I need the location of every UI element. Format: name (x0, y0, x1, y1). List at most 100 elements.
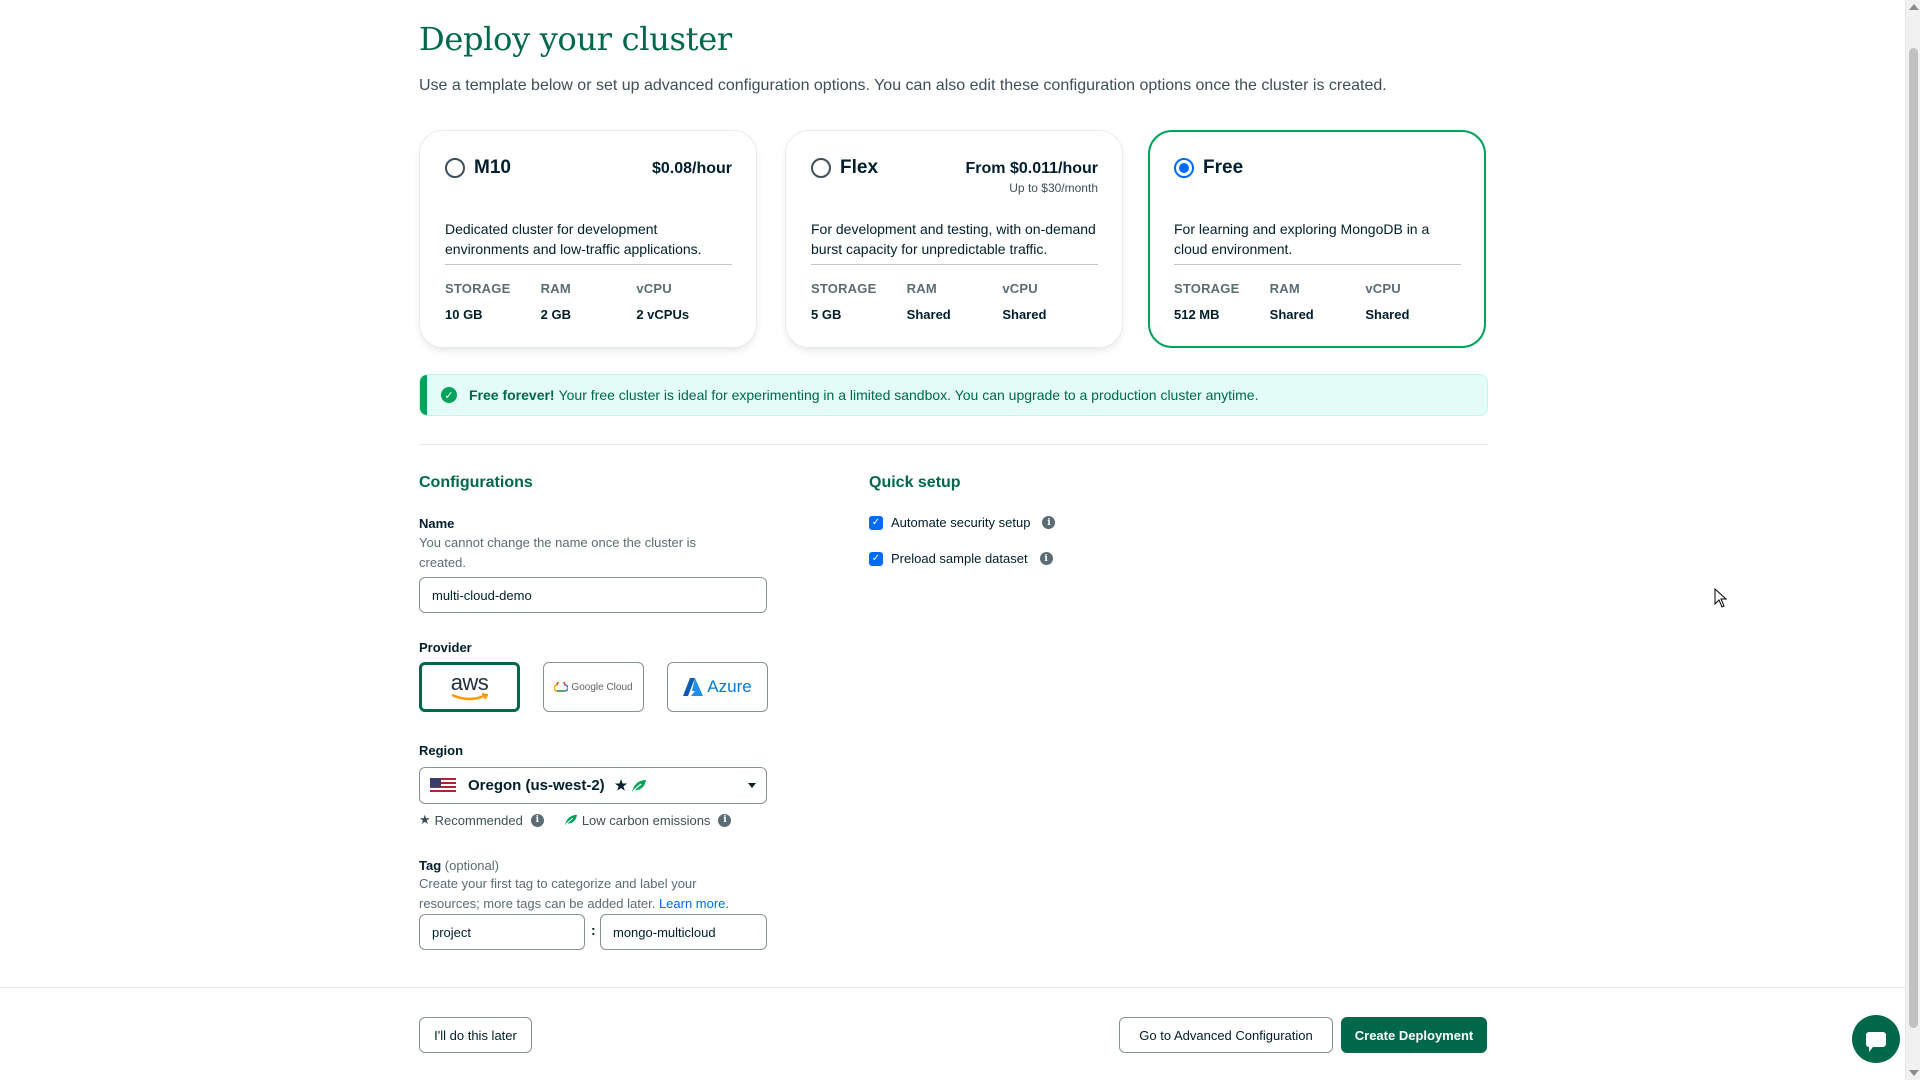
info-icon[interactable]: i (530, 813, 544, 827)
radio-flex[interactable] (811, 158, 831, 178)
tier-header: M10 $0.08/hour (445, 157, 732, 217)
tier-name-label: Flex (840, 157, 879, 178)
tier-specs: STORAGE 512 MB RAM Shared vCPU Shared (1174, 281, 1461, 322)
star-icon: ★ (419, 812, 431, 827)
footer-bar: I'll do this later Go to Advanced Config… (0, 987, 1905, 1080)
leaf-icon (632, 779, 647, 792)
google-cloud-icon (554, 682, 569, 692)
azure-label: Azure (707, 677, 752, 696)
spec-value: Shared (1365, 307, 1410, 322)
info-icon[interactable]: i (1042, 516, 1056, 529)
google-cloud-logo: Google Cloud (554, 681, 633, 693)
tier-name-label: Free (1203, 157, 1244, 178)
region-select[interactable]: Oregon (us-west-2) ★ (419, 767, 767, 804)
page: Deploy your cluster Use a template below… (0, 0, 1920, 1080)
automate-security-checkbox[interactable]: ✓ (869, 515, 883, 530)
spec-label: RAM (1269, 281, 1300, 296)
spec-ram: RAM Shared (1270, 281, 1366, 322)
spec-storage: STORAGE 5 GB (811, 281, 907, 322)
scroll-up-icon[interactable] (1909, 4, 1919, 10)
region-legend: ★ Recommended i Low carbon emissions i (419, 812, 732, 828)
name-label: Name (419, 516, 455, 531)
google-cloud-label: Google Cloud (571, 681, 633, 693)
tier-price-value: $0.08/hour (651, 160, 732, 177)
info-icon[interactable]: i (718, 813, 732, 827)
recommended-label: Recommended (434, 812, 523, 828)
spec-label: RAM (540, 281, 571, 296)
spec-label: vCPU (1002, 281, 1038, 296)
star-icon: ★ (614, 777, 628, 793)
tier-description: For development and testing, with on-dem… (811, 219, 1098, 265)
page-subtitle: Use a template below or set up advanced … (419, 77, 1387, 94)
spec-value: 2 vCPUs (636, 307, 690, 322)
spec-ram: RAM 2 GB (541, 281, 637, 322)
provider-azure-button[interactable]: Azure (667, 662, 768, 712)
tag-hint-text: Create your first tag to categorize and … (419, 876, 697, 911)
chat-icon (1866, 1031, 1886, 1052)
tier-header: Flex From $0.011/hour Up to $30/month (811, 157, 1098, 217)
tag-value-input[interactable] (600, 914, 767, 950)
tier-card-flex[interactable]: Flex From $0.011/hour Up to $30/month Fo… (785, 130, 1123, 348)
tier-card-free[interactable]: Free For learning and exploring MongoDB … (1148, 130, 1486, 348)
preload-dataset-checkbox[interactable]: ✓ (869, 551, 883, 566)
learn-more-link[interactable]: Learn more. (659, 896, 729, 911)
tier-description: Dedicated cluster for development enviro… (445, 219, 732, 265)
spec-value: 10 GB (445, 307, 483, 322)
us-flag-icon (430, 777, 456, 794)
spec-label: vCPU (1365, 281, 1401, 296)
banner-bold: Free forever! (469, 387, 555, 403)
provider-aws-button[interactable]: aws (419, 662, 520, 712)
divider (419, 444, 1488, 445)
tier-card-m10[interactable]: M10 $0.08/hour Dedicated cluster for dev… (419, 130, 757, 348)
tier-specs: STORAGE 5 GB RAM Shared vCPU Shared (811, 281, 1098, 322)
spec-label: RAM (906, 281, 937, 296)
scroll-down-icon[interactable] (1909, 1070, 1919, 1076)
tag-optional-text: (optional) (444, 858, 499, 873)
leaf-icon (564, 814, 577, 826)
do-this-later-button[interactable]: I'll do this later (419, 1017, 532, 1053)
check-circle-icon: ✓ (441, 387, 457, 403)
spec-label: vCPU (636, 281, 672, 296)
low-carbon-label: Low carbon emissions (581, 812, 711, 828)
tag-key-input[interactable] (419, 914, 585, 950)
advanced-configuration-button[interactable]: Go to Advanced Configuration (1119, 1017, 1333, 1053)
region-value: Oregon (us-west-2) (468, 777, 605, 794)
spec-vcpu: vCPU Shared (1002, 281, 1098, 322)
tier-price: $0.08/hour (652, 160, 732, 178)
preload-dataset-label: Preload sample dataset (891, 551, 1028, 566)
spec-value: 512 MB (1174, 307, 1220, 322)
preload-dataset-row[interactable]: ✓ Preload sample dataset i (869, 551, 1053, 566)
spec-storage: STORAGE 512 MB (1174, 281, 1270, 322)
tier-price-sub: Up to $30/month (1009, 181, 1098, 195)
spec-vcpu: vCPU Shared (1365, 281, 1461, 322)
tier-specs: STORAGE 10 GB RAM 2 GB vCPU 2 vCPUs (445, 281, 732, 322)
spec-value: Shared (1002, 307, 1047, 322)
spec-value: Shared (1269, 307, 1314, 322)
aws-logo: aws (450, 669, 490, 702)
chat-button[interactable] (1852, 1015, 1900, 1063)
tag-separator: : (591, 922, 596, 938)
create-deployment-button[interactable]: Create Deployment (1341, 1017, 1487, 1053)
name-hint: You cannot change the name once the clus… (419, 535, 697, 570)
radio-m10[interactable] (445, 158, 465, 178)
azure-icon (683, 678, 704, 696)
tier-description: For learning and exploring MongoDB in a … (1174, 219, 1461, 265)
tag-hint: Create your first tag to categorize and … (419, 874, 759, 914)
free-forever-banner: ✓ Free forever! Your free cluster is ide… (419, 374, 1488, 416)
info-icon[interactable]: i (1039, 552, 1053, 565)
tag-label-text: Tag (419, 858, 442, 873)
radio-free[interactable] (1174, 158, 1194, 178)
spec-value: Shared (906, 307, 951, 322)
aws-smile-icon (450, 692, 488, 700)
tier-name: Flex (811, 157, 878, 179)
tier-name: Free (1174, 157, 1243, 179)
cluster-name-input[interactable] (419, 577, 767, 613)
spec-label: STORAGE (1174, 281, 1240, 296)
provider-google-cloud-button[interactable]: Google Cloud (543, 662, 644, 712)
vertical-scrollbar[interactable] (1905, 0, 1920, 1080)
spec-ram: RAM Shared (907, 281, 1003, 322)
automate-security-row[interactable]: ✓ Automate security setup i (869, 515, 1056, 530)
spec-value: 5 GB (811, 307, 842, 322)
aws-logo-text: aws (450, 669, 489, 695)
scrollbar-thumb[interactable] (1909, 48, 1918, 1028)
